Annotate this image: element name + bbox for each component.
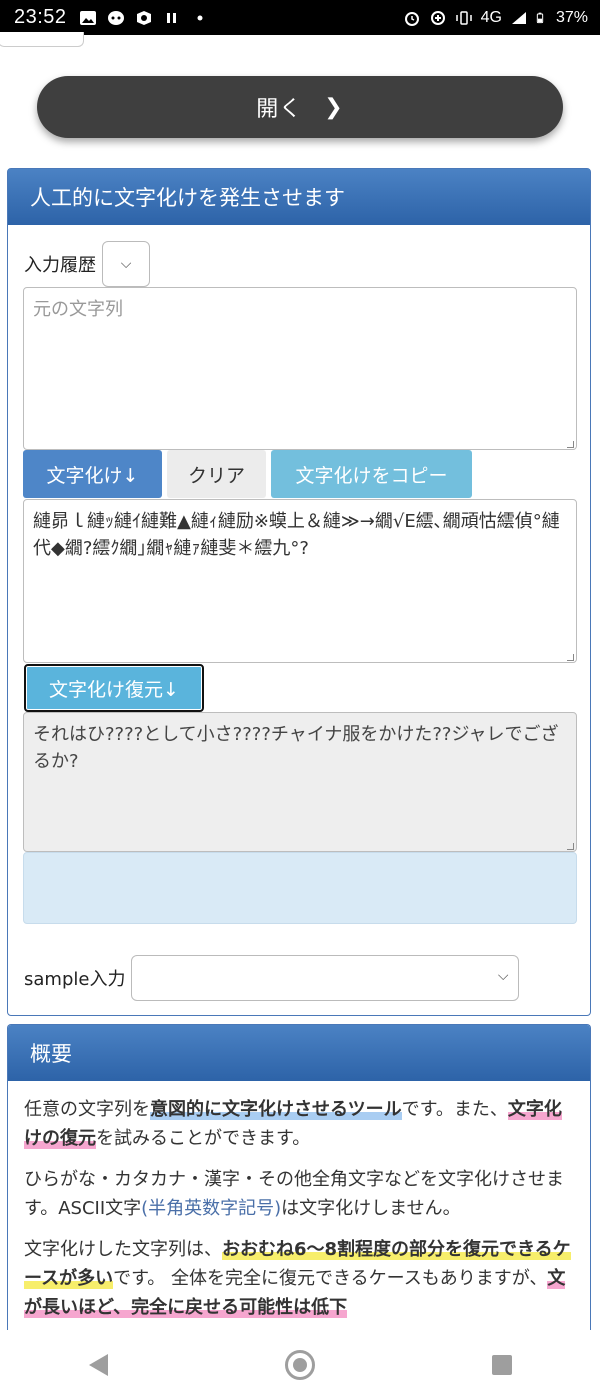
app-icon bbox=[136, 10, 151, 25]
pause-icon bbox=[166, 12, 176, 23]
history-label: 入力履歴 bbox=[24, 255, 96, 276]
battery-level: 37% bbox=[555, 8, 588, 26]
history-row: 入力履歴 ⌵ bbox=[24, 241, 150, 287]
vibrate-icon bbox=[455, 10, 472, 25]
resize-handle-icon[interactable] bbox=[567, 441, 574, 448]
overview-body: 任意の文字列を意図的に文字化けさせるツールです。また、文字化けの復元を試みること… bbox=[8, 1081, 590, 1322]
status-time: 23:52 bbox=[14, 6, 67, 28]
tool-panel-header: 人工的に文字化けを発生させます bbox=[8, 169, 590, 225]
resize-handle-icon[interactable] bbox=[567, 654, 574, 661]
chevron-right-icon: ❯ bbox=[324, 94, 344, 120]
text: です。 全体を完全に復元できるケースもありますが、 bbox=[113, 1268, 548, 1289]
garble-button[interactable]: 文字化け↓ bbox=[23, 450, 162, 498]
top-element-edge bbox=[0, 32, 84, 47]
note: (半角英数字記号) bbox=[141, 1198, 282, 1219]
tool-panel-title: 人工的に文字化けを発生させます bbox=[30, 186, 345, 210]
overview-paragraph: 任意の文字列を意図的に文字化けさせるツールです。また、文字化けの復元を試みること… bbox=[24, 1095, 574, 1153]
overview-paragraph: 文字化けした文字列は、おおむね6〜8割程度の部分を復元できるケースが多いです。 … bbox=[24, 1235, 574, 1322]
chevron-down-icon: ⌵ bbox=[497, 968, 509, 984]
overview-paragraph: ひらがな・カタカナ・漢字・その他全角文字などを文字化けさせます。ASCII文字(… bbox=[24, 1165, 574, 1223]
garbled-text-area[interactable]: 縺昴ｌ縺ｯ縺ｲ縺難▲縺ｨ縺励※蟆上＆縺≫→繝√Ε繧､繝頑怙繧偵°縺代◆繝?繧ｸ繝… bbox=[23, 499, 577, 663]
source-text-placeholder: 元の文字列 bbox=[33, 299, 123, 320]
dot-icon bbox=[197, 15, 203, 20]
mojibake-tool-panel: 人工的に文字化けを発生させます 入力履歴 ⌵ 元の文字列 文字化け↓ クリア 文… bbox=[7, 168, 591, 1016]
restore-button[interactable]: 文字化け復元↓ bbox=[24, 664, 204, 712]
garbled-text: 縺昴ｌ縺ｯ縺ｲ縺難▲縺ｨ縺励※蟆上＆縺≫→繝√Ε繧､繝頑怙繧偵°縺代◆繝?繧ｸ繝… bbox=[33, 511, 560, 559]
restored-text-area[interactable]: それはひ????として小さ????チャイナ服をかけた??ジャレでござるか? bbox=[23, 712, 577, 852]
open-button-label: 開く bbox=[256, 97, 303, 122]
sample-label: sample入力 bbox=[24, 969, 126, 990]
copy-garbled-button[interactable]: 文字化けをコピー bbox=[271, 450, 472, 498]
image-icon bbox=[79, 10, 96, 25]
restored-text: それはひ????として小さ????チャイナ服をかけた??ジャレでござるか? bbox=[33, 724, 559, 772]
overview-panel: 概要 任意の文字列を意図的に文字化けさせるツールです。また、文字化けの復元を試み… bbox=[7, 1024, 591, 1344]
overview-title: 概要 bbox=[30, 1042, 72, 1066]
highlight: 意図的に文字化けさせるツール bbox=[150, 1099, 402, 1120]
data-saver-icon bbox=[430, 10, 445, 25]
network-type: 4G bbox=[480, 8, 502, 26]
status-bar: 23:52 4G 37% bbox=[0, 0, 600, 35]
navigation-bar bbox=[0, 1330, 600, 1400]
chevron-down-icon: ⌵ bbox=[120, 256, 132, 272]
text: を試みることができます。 bbox=[96, 1128, 311, 1149]
resize-handle-icon[interactable] bbox=[567, 843, 574, 850]
notification-icons bbox=[79, 10, 209, 26]
back-icon[interactable] bbox=[88, 1354, 108, 1376]
text: です。また、 bbox=[401, 1099, 508, 1120]
signal-icon bbox=[511, 11, 526, 24]
history-select[interactable]: ⌵ bbox=[102, 241, 150, 287]
text: 任意の文字列を bbox=[24, 1099, 150, 1120]
open-button[interactable]: 開く ❯ bbox=[37, 76, 563, 138]
recent-apps-icon[interactable] bbox=[491, 1355, 512, 1375]
app-icon bbox=[107, 10, 124, 25]
alarm-icon bbox=[404, 11, 419, 26]
sample-row: sample入力 ⌵ bbox=[24, 955, 520, 1001]
sample-select[interactable]: ⌵ bbox=[131, 955, 520, 1001]
clear-button[interactable]: クリア bbox=[167, 450, 266, 498]
battery-icon bbox=[536, 12, 544, 23]
info-box bbox=[23, 852, 577, 924]
text: 文字化けした文字列は、 bbox=[24, 1239, 222, 1260]
overview-header: 概要 bbox=[8, 1025, 590, 1081]
system-icons: 4G 37% bbox=[403, 9, 588, 27]
source-text-input[interactable]: 元の文字列 bbox=[23, 287, 577, 450]
text: は文字化けしません。 bbox=[281, 1198, 461, 1219]
home-icon[interactable] bbox=[284, 1350, 315, 1380]
